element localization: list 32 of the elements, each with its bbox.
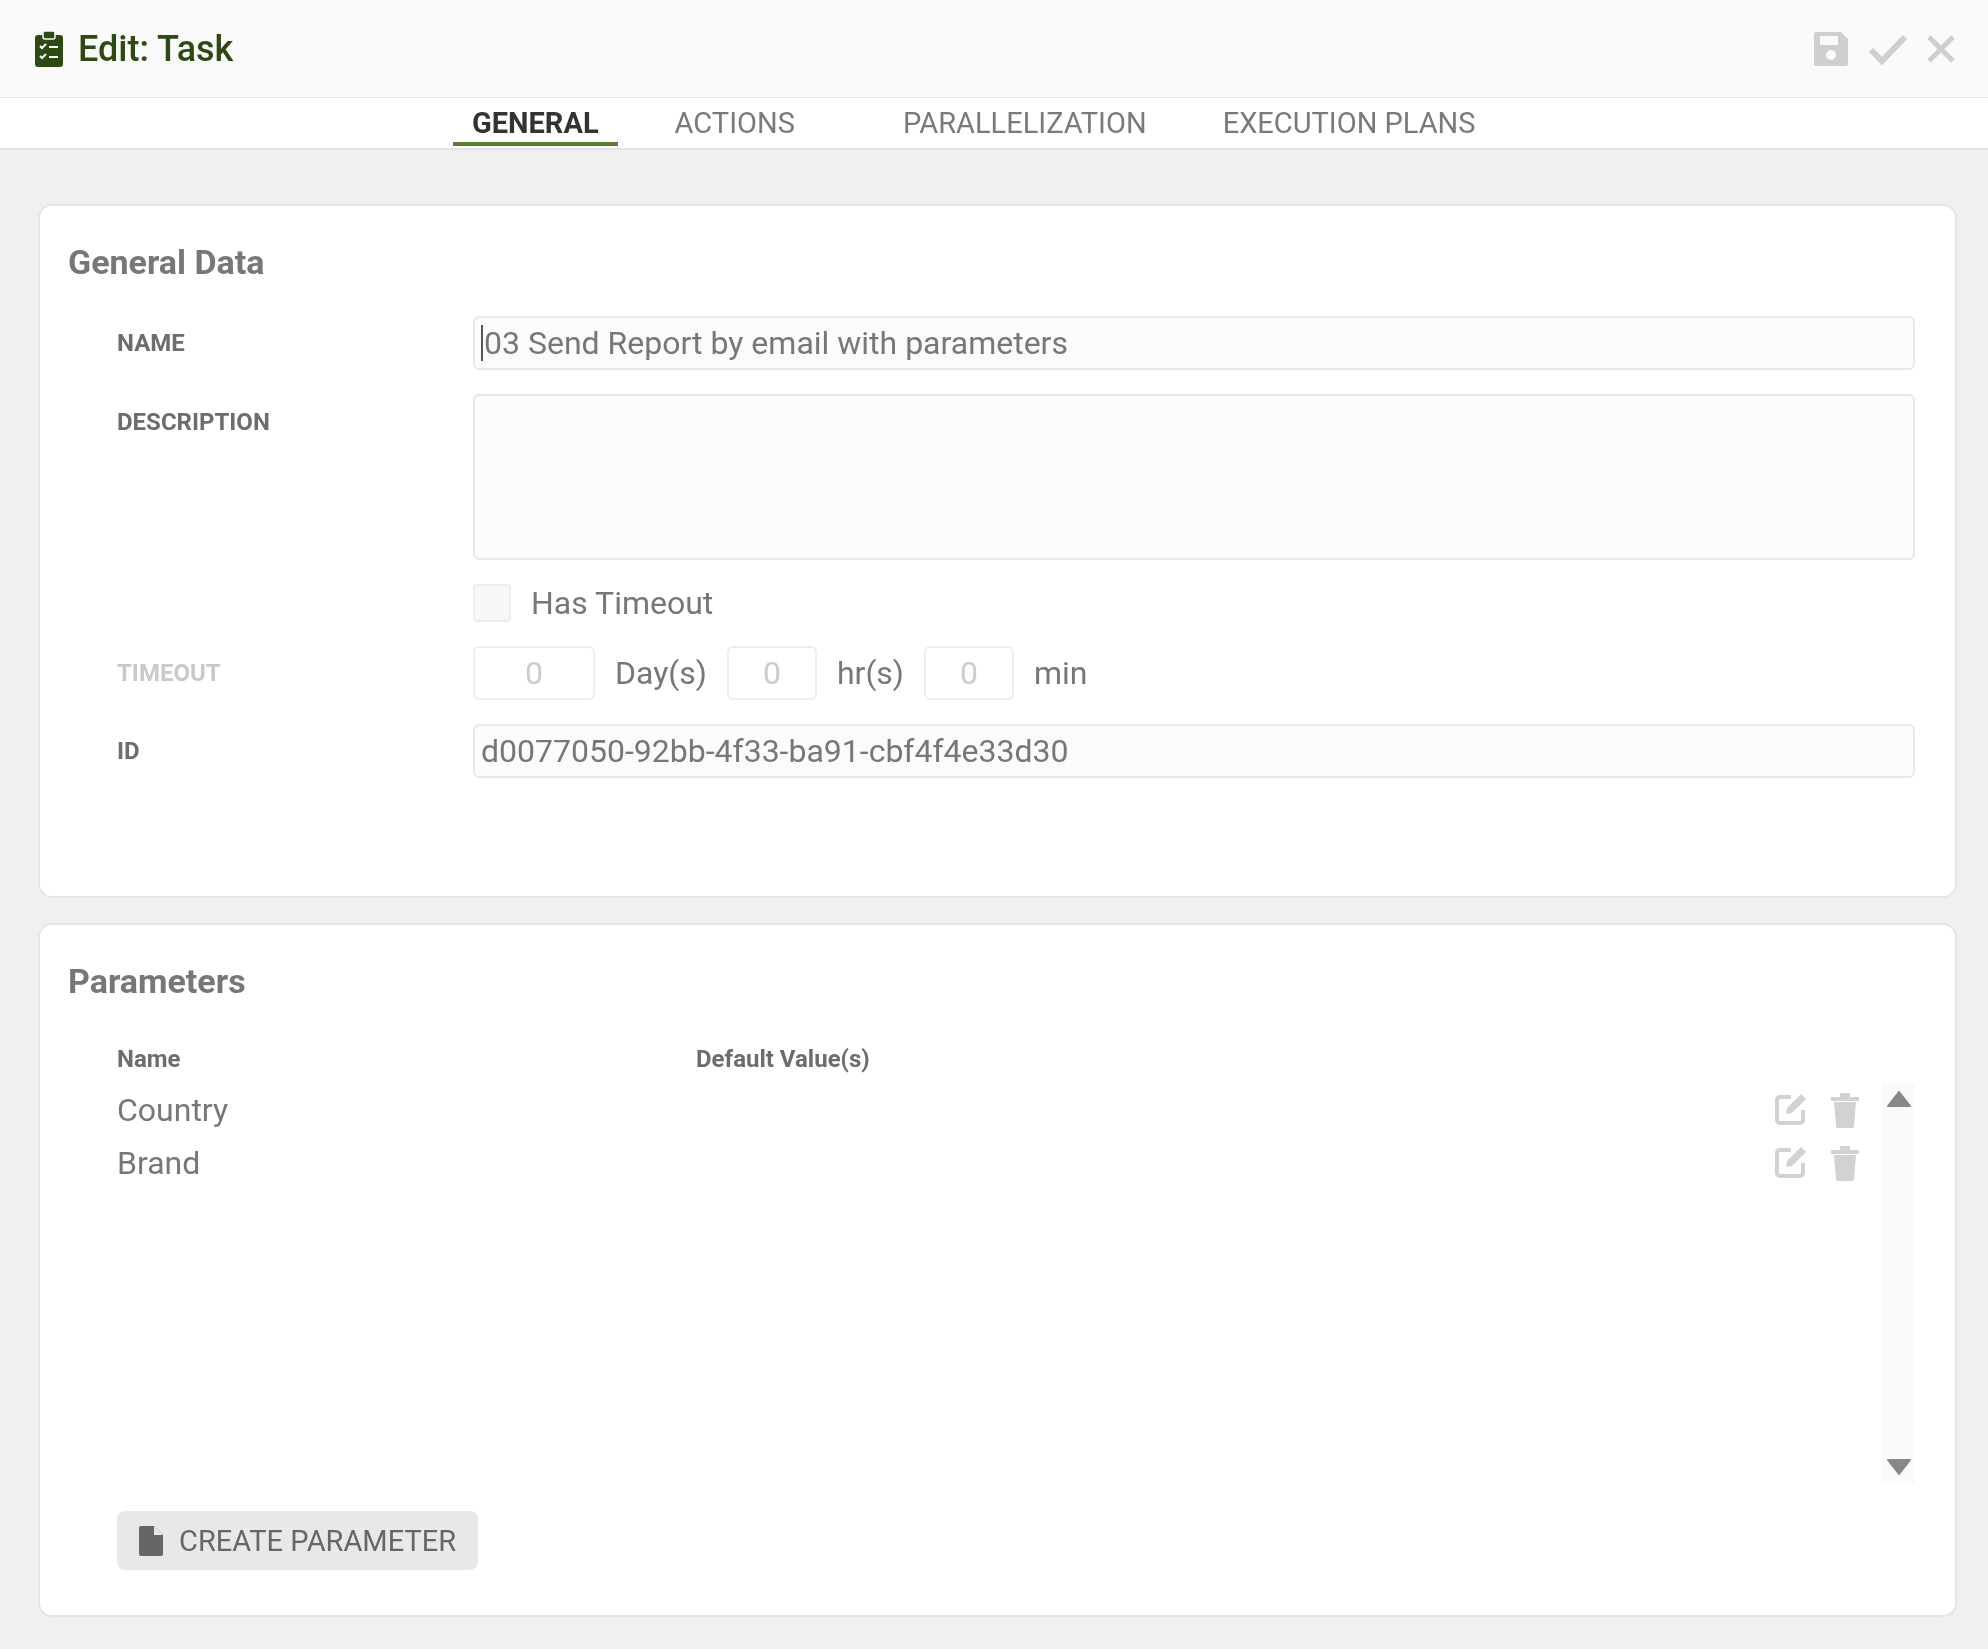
- scroll-down-icon[interactable]: [1886, 1459, 1911, 1475]
- save-icon[interactable]: [1812, 29, 1850, 68]
- section-heading: General Data: [68, 242, 266, 282]
- edit-icon[interactable]: [1774, 1091, 1808, 1126]
- document-icon: [139, 1525, 163, 1556]
- create-parameter-button[interactable]: CREATE PARAMETER: [117, 1511, 479, 1570]
- parameter-name: Brand: [117, 1143, 202, 1182]
- column-header: Name: [117, 1045, 182, 1073]
- field-label: NAME: [117, 329, 186, 357]
- unit-label: hr(s): [836, 654, 904, 692]
- id-field[interactable]: d0077050-92bb-4f33-ba91-cbf4f4e33d30: [473, 724, 1915, 778]
- tab[interactable]: PARALLELIZATION: [883, 98, 1166, 146]
- trash-icon[interactable]: [1830, 1144, 1860, 1181]
- tab[interactable]: EXECUTION PLANS: [1203, 98, 1495, 146]
- field-label: DESCRIPTION: [117, 407, 271, 436]
- close-icon[interactable]: [1926, 33, 1956, 64]
- window-title: Edit: Task: [78, 27, 234, 70]
- checkbox-label: Has Timeout: [531, 584, 714, 622]
- scroll-up-icon[interactable]: [1886, 1091, 1911, 1107]
- unit-label: Day(s): [615, 654, 707, 692]
- tab[interactable]: ACTIONS: [655, 98, 814, 146]
- trash-icon[interactable]: [1830, 1091, 1860, 1128]
- parameter-name: Country: [117, 1090, 230, 1129]
- edit-icon[interactable]: [1774, 1144, 1808, 1179]
- name-field[interactable]: 03 Send Report by email with parameters: [473, 316, 1915, 370]
- column-header: Default Value(s): [696, 1045, 871, 1073]
- field-label: ID: [117, 737, 141, 765]
- section-heading: Parameters: [68, 961, 247, 1001]
- clipboard-icon: [34, 29, 64, 68]
- unit-label: min: [1034, 654, 1088, 692]
- check-icon[interactable]: [1868, 32, 1908, 65]
- tab[interactable]: GENERAL: [453, 98, 618, 146]
